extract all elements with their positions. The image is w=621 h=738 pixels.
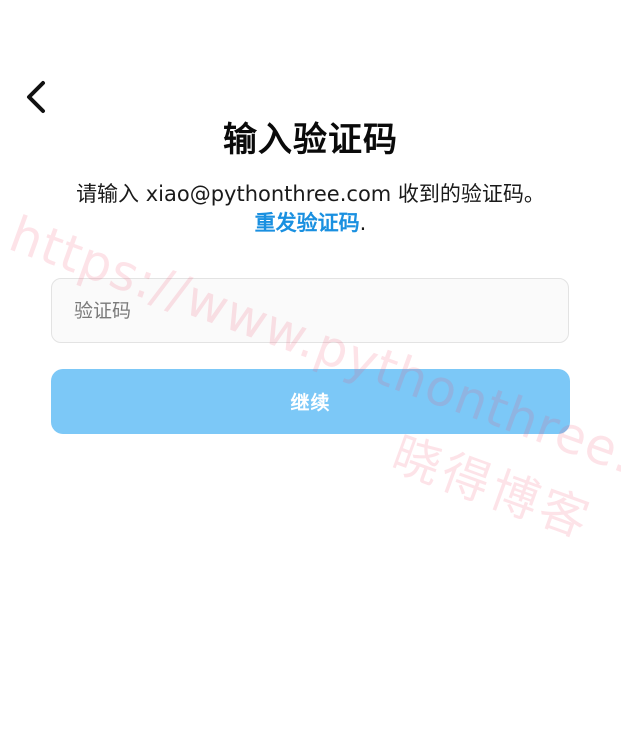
resend-line: 重发验证码. — [0, 209, 621, 238]
resend-suffix: . — [359, 211, 367, 235]
watermark-url: https://www.pythonthree.com — [2, 205, 621, 523]
instruction-prefix: 请输入 xiao@pythonthree.com 收到的验证码。 — [76, 182, 545, 206]
page-title: 输入验证码 — [223, 120, 398, 160]
resend-code-link[interactable]: 重发验证码 — [255, 211, 360, 235]
instruction-text: 请输入 xiao@pythonthree.com 收到的验证码。 重发验证码. — [0, 180, 621, 238]
verification-code-input[interactable] — [51, 278, 569, 343]
continue-button[interactable]: 继续 — [51, 369, 570, 434]
watermark-brand: 晓得博客 — [384, 426, 600, 551]
